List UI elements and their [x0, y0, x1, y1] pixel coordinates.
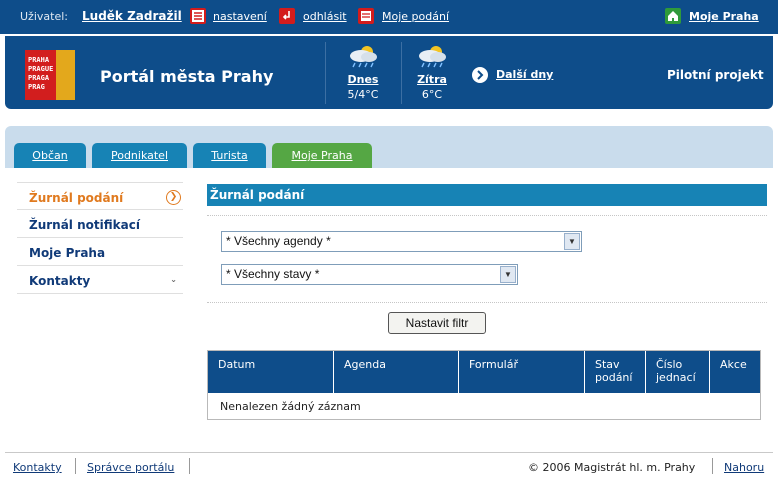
more-days-link[interactable]: Další dny — [496, 68, 553, 81]
top-bar: Uživatel: Luděk Zadražil nastavení odhlá… — [0, 0, 778, 34]
user-name-link[interactable]: Luděk Zadražil — [82, 9, 182, 23]
sidebar-item-label: Žurnál podání — [29, 191, 124, 205]
tab-bar: Občan Podnikatel Turista Moje Praha — [5, 126, 773, 168]
logo-line: PRAG — [28, 83, 45, 91]
tab-my-prague[interactable]: Moje Praha — [272, 143, 372, 168]
portal-title: Portál města Prahy — [100, 67, 274, 86]
home-icon[interactable] — [665, 8, 681, 24]
column-header[interactable]: Agenda — [334, 351, 459, 393]
my-prague-link[interactable]: Moje Praha — [689, 10, 759, 23]
weather-day: Dnes — [347, 73, 379, 86]
footer-separator — [712, 458, 713, 474]
arrow-right-circle-icon: ❯ — [166, 190, 181, 205]
rain-cloud-sun-icon — [412, 42, 452, 70]
status-select[interactable]: * Všechny stavy * ▼ — [221, 264, 518, 285]
my-submissions-link[interactable]: Moje podání — [382, 10, 449, 23]
column-header[interactable]: Formulář — [459, 351, 585, 393]
copyright: © 2006 Magistrát hl. m. Prahy — [528, 461, 696, 474]
pilot-project-label: Pilotní projekt — [667, 68, 764, 82]
header-divider — [325, 42, 326, 104]
column-header[interactable]: Stav podání — [585, 351, 646, 393]
column-header[interactable]: Číslo jednací — [646, 351, 710, 393]
header-divider — [401, 42, 402, 104]
weather-today[interactable]: Dnes 5/4°C — [343, 42, 383, 101]
tab-tourist[interactable]: Turista — [193, 143, 266, 168]
sidebar-item-label: Moje Praha — [29, 246, 106, 260]
sidebar-item-label: Žurnál notifikací — [29, 218, 140, 232]
sidebar-item-notification-journal[interactable]: Žurnál notifikací — [17, 210, 183, 238]
status-select-value: * Všechny stavy * — [226, 267, 320, 281]
sidebar-item-contacts[interactable]: Kontakty ⌄ — [17, 266, 183, 294]
sidebar-item-my-prague[interactable]: Moje Praha — [17, 238, 183, 266]
arrow-right-circle-icon[interactable] — [472, 67, 488, 83]
weather-temp: 5/4°C — [347, 88, 379, 101]
page-title: Žurnál podání — [207, 184, 767, 206]
results-table: Datum Agenda Formulář Stav podání Číslo … — [207, 350, 761, 420]
column-header: Akce — [720, 358, 747, 371]
chevron-down-icon[interactable]: ▼ — [564, 233, 580, 250]
tab-citizen[interactable]: Občan — [14, 143, 86, 168]
divider — [207, 215, 767, 216]
agenda-select[interactable]: * Všechny agendy * ▼ — [221, 231, 582, 252]
weather-temp: 6°C — [421, 88, 443, 101]
sidebar-item-label: Kontakty — [29, 274, 91, 288]
footer-separator — [75, 458, 76, 474]
set-filter-button[interactable]: Nastavit filtr — [388, 312, 486, 334]
user-label: Uživatel: — [20, 10, 68, 23]
logo-line: PRAGA — [28, 74, 50, 82]
submissions-icon[interactable] — [358, 8, 374, 24]
sidebar-menu: Žurnál podání ❯ Žurnál notifikací Moje P… — [17, 182, 183, 294]
footer-contacts-link[interactable]: Kontakty — [13, 461, 62, 474]
divider — [207, 302, 767, 303]
footer-admin-link[interactable]: Správce portálu — [87, 461, 174, 474]
chevron-down-icon[interactable]: ▼ — [500, 266, 516, 283]
logout-icon[interactable] — [279, 8, 295, 24]
weather-tomorrow[interactable]: Zítra 6°C — [412, 42, 452, 101]
empty-table-message: Nenalezen žádný záznam — [220, 400, 361, 413]
logo-line: PRAGUE — [28, 65, 54, 73]
prague-logo[interactable]: PRAHA PRAGUE PRAGA PRAG — [25, 50, 75, 100]
logo-line: PRAHA — [28, 56, 50, 64]
footer-divider — [5, 452, 773, 453]
tab-entrepreneur[interactable]: Podnikatel — [92, 143, 187, 168]
sidebar-item-submission-journal[interactable]: Žurnál podání ❯ — [17, 182, 183, 210]
weather-day: Zítra — [417, 73, 447, 86]
logo-gold-stripe — [56, 50, 75, 100]
agenda-select-value: * Všechny agendy * — [226, 234, 331, 248]
site-header: PRAHA PRAGUE PRAGA PRAG Portál města Pra… — [5, 36, 773, 109]
table-header: Datum Agenda Formulář Stav podání Číslo … — [208, 351, 760, 393]
settings-link[interactable]: nastavení — [213, 10, 267, 23]
column-header[interactable]: Datum — [208, 351, 334, 393]
rain-cloud-sun-icon — [343, 42, 383, 70]
footer-top-link[interactable]: Nahoru — [724, 461, 764, 474]
footer-separator — [189, 458, 190, 474]
chevron-down-icon: ⌄ — [170, 275, 177, 284]
logout-link[interactable]: odhlásit — [303, 10, 347, 23]
settings-icon[interactable] — [190, 8, 206, 24]
